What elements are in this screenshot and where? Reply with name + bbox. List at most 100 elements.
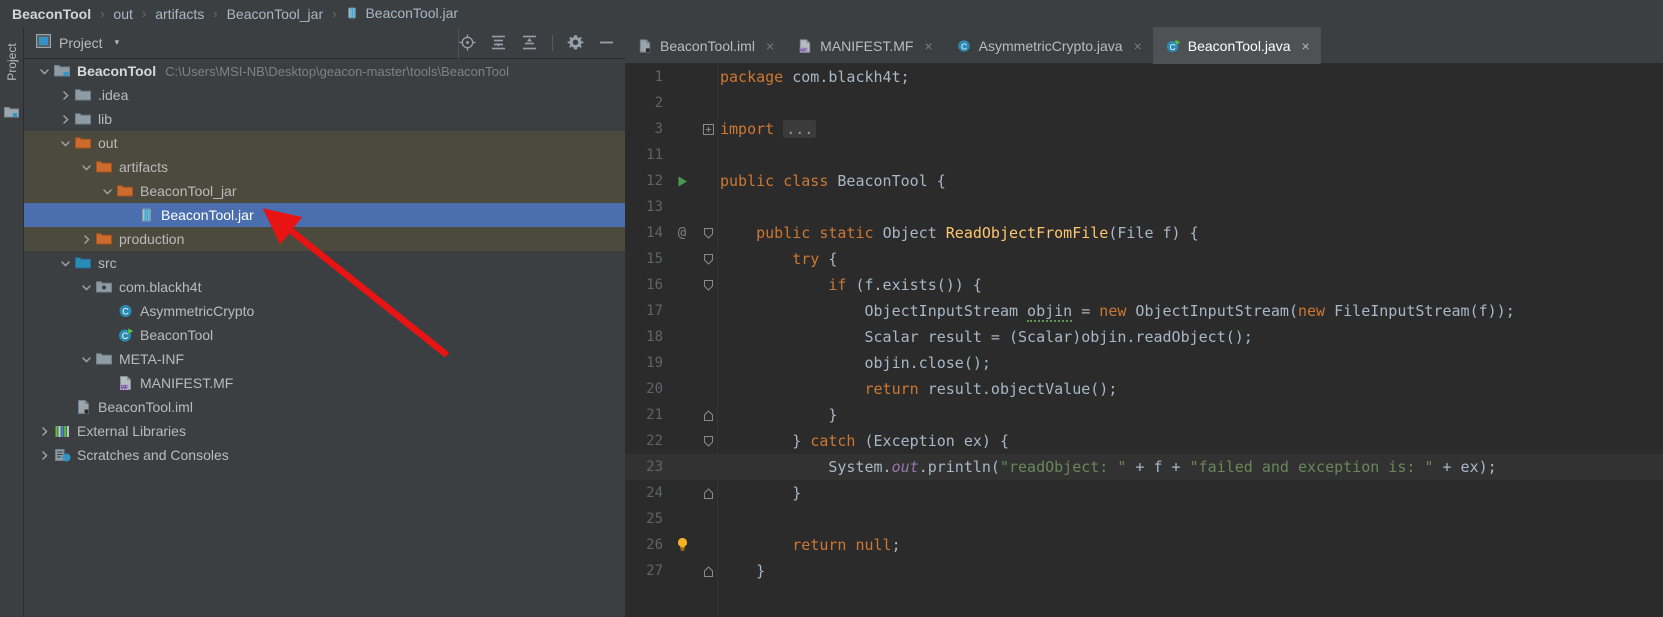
editor-tab-manifest-mf[interactable]: MF MANIFEST.MF × — [785, 27, 944, 64]
fold-collapse-start-icon[interactable] — [703, 272, 717, 298]
fold-collapse-end-icon[interactable] — [703, 558, 717, 584]
close-icon[interactable]: × — [1302, 38, 1310, 54]
tree-row-manifest-mf[interactable]: MF MANIFEST.MF — [24, 371, 625, 395]
breadcrumb-item-beacontool-jar[interactable]: BeaconTool.jar — [345, 5, 458, 23]
tree-row-beacontool-jar[interactable]: BeaconTool.jar — [24, 203, 625, 227]
editor-tab-beacontool-java[interactable]: C BeaconTool.java × — [1152, 27, 1321, 64]
code-line[interactable]: 27 } — [625, 558, 1663, 584]
collapse-all-icon[interactable] — [521, 34, 538, 51]
code-line[interactable]: 25 — [625, 506, 1663, 532]
chevron-right-icon[interactable] — [38, 449, 51, 462]
gear-icon[interactable] — [567, 34, 584, 51]
code-line[interactable]: 20 return result.objectValue(); — [625, 376, 1663, 402]
tree-row-production[interactable]: production — [24, 227, 625, 251]
editor-tab-bar: BeaconTool.iml × MF MANIFEST.MF × C Asymmetric… — [625, 27, 1663, 64]
tree-row-lib[interactable]: lib — [24, 107, 625, 131]
code-line[interactable]: 18 Scalar result = (Scalar)objin.readObj… — [625, 324, 1663, 350]
tree-row-artifacts[interactable]: artifacts — [24, 155, 625, 179]
chevron-down-icon[interactable] — [59, 137, 72, 150]
tree-row-scratches-and-consoles[interactable]: Scratches and Consoles — [24, 443, 625, 467]
chevron-down-icon[interactable] — [80, 161, 93, 174]
chevron-down-icon[interactable] — [80, 353, 93, 366]
code-line[interactable]: 2 — [625, 90, 1663, 116]
tree-row-beacontool[interactable]: C BeaconTool — [24, 323, 625, 347]
code-editor[interactable]: 1 package com.blackh4t; 2 3 import ... 11 12 pu… — [625, 64, 1663, 617]
code-line[interactable]: 23 System.out.println("readObject: " + f… — [625, 454, 1663, 480]
code-line[interactable]: 21 } — [625, 402, 1663, 428]
tree-row-beacontool[interactable]: BeaconTool C:\Users\MSI-NB\Desktop\geacon… — [24, 59, 625, 83]
close-icon[interactable]: × — [924, 38, 932, 54]
intention-bulb-icon[interactable] — [669, 532, 695, 558]
module-icon — [54, 63, 71, 79]
project-tree[interactable]: BeaconTool C:\Users\MSI-NB\Desktop\geacon… — [24, 59, 625, 617]
close-icon[interactable]: × — [766, 38, 774, 54]
fold-collapse-start-icon[interactable] — [703, 220, 717, 246]
manifest-icon: MF — [797, 38, 813, 54]
breadcrumb-separator: › — [100, 6, 105, 21]
code-line[interactable]: 19 objin.close(); — [625, 350, 1663, 376]
tree-row-label: Scratches and Consoles — [77, 447, 229, 463]
code-line[interactable]: 11 — [625, 142, 1663, 168]
fold-collapse-end-icon[interactable] — [703, 480, 717, 506]
chevron-down-icon[interactable] — [59, 257, 72, 270]
locate-icon[interactable] — [459, 34, 476, 51]
code-line[interactable]: 13 — [625, 194, 1663, 220]
code-line[interactable]: 24 } — [625, 480, 1663, 506]
tree-row-out[interactable]: out — [24, 131, 625, 155]
line-number: 20 — [646, 381, 663, 397]
tree-row-beacontool-jar[interactable]: BeaconTool_jar — [24, 179, 625, 203]
editor-tab-label: AsymmetricCrypto.java — [978, 37, 1123, 54]
run-gutter-icon[interactable] — [669, 168, 695, 194]
fold-collapse-start-icon[interactable] — [703, 246, 717, 272]
fold-collapse-end-icon[interactable] — [703, 402, 717, 428]
tree-row--idea[interactable]: .idea — [24, 83, 625, 107]
chevron-right-icon[interactable] — [59, 113, 72, 126]
breadcrumb-item-out[interactable]: out — [113, 6, 132, 22]
fold-collapse-start-icon[interactable] — [703, 428, 717, 454]
code-line[interactable]: 26 return null; — [625, 532, 1663, 558]
project-panel-header: Project ▾ — [24, 26, 625, 59]
breadcrumb-item-beacontool-jar[interactable]: BeaconTool_jar — [227, 6, 324, 22]
breadcrumb-item-beacontool[interactable]: BeaconTool — [12, 6, 91, 22]
line-number: 22 — [646, 433, 663, 449]
code-line[interactable]: 12 public class BeaconTool { — [625, 168, 1663, 194]
minimize-icon[interactable] — [598, 34, 615, 51]
fold-expand-icon[interactable] — [703, 116, 717, 142]
chevron-down-icon[interactable] — [101, 185, 114, 198]
breadcrumb-item-artifacts[interactable]: artifacts — [155, 6, 204, 22]
chevron-down-icon[interactable] — [38, 65, 51, 78]
editor-tab-beacontool-iml[interactable]: BeaconTool.iml × — [625, 27, 785, 64]
tree-row-label: META-INF — [119, 351, 185, 367]
editor-tab-asymmetriccrypto-java[interactable]: C AsymmetricCrypto.java × — [944, 27, 1153, 64]
tree-row-com-blackh4t[interactable]: com.blackh4t — [24, 275, 625, 299]
tree-row-src[interactable]: src — [24, 251, 625, 275]
code-line[interactable]: 17 ObjectInputStream objin = new ObjectI… — [625, 298, 1663, 324]
tree-row-asymmetriccrypto[interactable]: C AsymmetricCrypto — [24, 299, 625, 323]
code-line[interactable]: 1 package com.blackh4t; — [625, 64, 1663, 90]
tree-row-label: BeaconTool — [77, 63, 157, 79]
tree-row-meta-inf[interactable]: META-INF — [24, 347, 625, 371]
code-line[interactable]: 22 } catch (Exception ex) { — [625, 428, 1663, 454]
line-number: 26 — [646, 537, 663, 553]
chevron-right-icon[interactable] — [59, 89, 72, 102]
folder-gray — [75, 111, 92, 127]
code-line[interactable]: 14 @ public static Object ReadObjectFromF… — [625, 220, 1663, 246]
code-line[interactable]: 3 import ... — [625, 116, 1663, 142]
code-line[interactable]: 15 try { — [625, 246, 1663, 272]
chevron-down-icon[interactable] — [80, 281, 93, 294]
tree-row-external-libraries[interactable]: External Libraries — [24, 419, 625, 443]
rail-project-button[interactable]: Project — [5, 32, 19, 92]
project-title-group[interactable]: Project ▾ — [24, 34, 119, 51]
tree-row-path: C:\Users\MSI-NB\Desktop\geacon-master\to… — [165, 63, 509, 79]
tree-row-beacontool-iml[interactable]: BeaconTool.iml — [24, 395, 625, 419]
chevron-right-icon[interactable] — [80, 233, 93, 246]
code-line-text: } — [720, 406, 838, 424]
code-line[interactable]: 16 if (f.exists()) { — [625, 272, 1663, 298]
chevron-right-icon[interactable] — [38, 425, 51, 438]
close-icon[interactable]: × — [1134, 38, 1142, 54]
folder-orange — [75, 135, 92, 151]
svg-text:MF: MF — [120, 385, 128, 391]
expand-all-icon[interactable] — [490, 34, 507, 51]
override-gutter-icon[interactable]: @ — [669, 220, 695, 246]
